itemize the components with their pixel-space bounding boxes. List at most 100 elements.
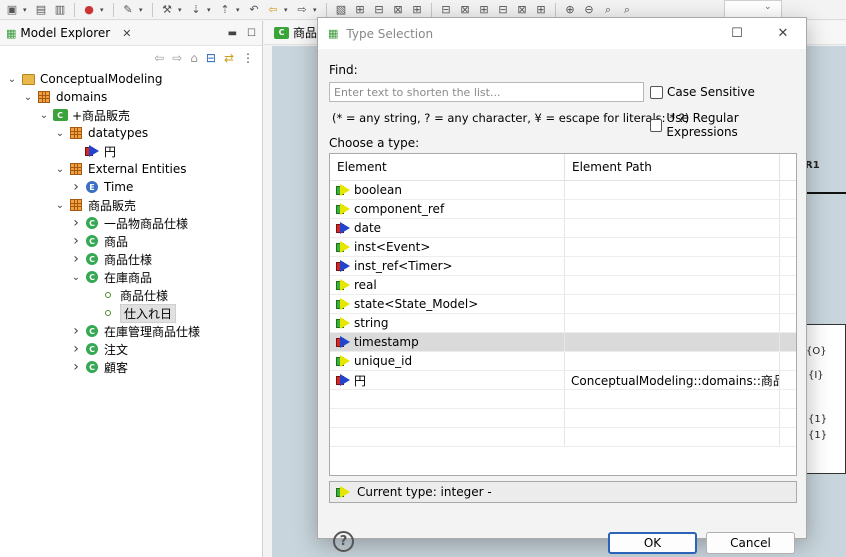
find-input[interactable] — [329, 82, 644, 102]
chevron-right-icon[interactable]: › — [68, 179, 84, 195]
tree-item[interactable]: 仕入れ日 — [0, 303, 262, 323]
prev-annotation-icon[interactable]: ⇡ — [217, 2, 233, 17]
help-icon[interactable]: ? — [333, 531, 354, 552]
new-dropdown-icon[interactable]: ▾ — [23, 6, 30, 14]
minimize-icon[interactable]: ▬ — [228, 28, 237, 39]
tree-item[interactable]: ⌄ ConceptualModeling — [0, 70, 262, 88]
tree-item[interactable]: ⌄ C 在庫商品 — [0, 268, 262, 286]
align-center-icon[interactable]: ⊟ — [371, 2, 387, 17]
toolbar-combo[interactable] — [724, 0, 782, 18]
last-edit-icon[interactable]: ↶ — [246, 2, 262, 17]
prev-annotation-dropdown-icon[interactable]: ▾ — [236, 6, 243, 14]
chevron-down-icon[interactable]: ⌄ — [4, 74, 20, 85]
forward-icon[interactable]: ⇨ — [294, 2, 310, 17]
tab-model-explorer[interactable]: ▦ Model Explorer ✕ — [6, 26, 131, 40]
chevron-right-icon[interactable]: › — [68, 251, 84, 267]
forward-dropdown-icon[interactable]: ▾ — [313, 6, 320, 14]
next-annotation-icon[interactable]: ⇣ — [188, 2, 204, 17]
maximize-icon[interactable]: ☐ — [247, 28, 256, 39]
editor-tab-label[interactable]: 商品 — [293, 24, 317, 41]
new-icon[interactable]: ▣ — [4, 2, 20, 17]
match-height-icon[interactable]: ⊟ — [495, 2, 511, 17]
close-icon[interactable]: ✕ — [122, 27, 131, 40]
zoom-out-icon[interactable]: ⊖ — [581, 2, 597, 17]
chevron-down-icon[interactable]: ⌄ — [764, 2, 772, 12]
tree-item[interactable]: ⌄ C +商品販売 — [0, 106, 262, 124]
tree-item[interactable]: › C 在庫管理商品仕様 — [0, 322, 262, 340]
tree-item[interactable]: 商品仕様 — [0, 286, 262, 304]
table-row[interactable]: inst<Event> — [330, 238, 796, 257]
ok-button[interactable]: OK — [608, 532, 697, 554]
align-right-icon[interactable]: ⊠ — [390, 2, 406, 17]
tree-item[interactable]: ⌄ 商品販売 — [0, 196, 262, 214]
align-bottom-icon[interactable]: ⊠ — [457, 2, 473, 17]
zoom-selection-icon[interactable]: ⌕ — [619, 2, 635, 17]
maximize-icon[interactable]: ☐ — [714, 18, 760, 49]
back-arrow-icon[interactable]: ⇦ — [154, 51, 164, 65]
table-row[interactable]: unique_id — [330, 352, 796, 371]
zoom-page-icon[interactable]: ⌕ — [600, 2, 616, 17]
chevron-down-icon[interactable]: ⌄ — [20, 92, 36, 103]
chevron-right-icon[interactable]: › — [68, 359, 84, 375]
collapse-all-icon[interactable]: ⊟ — [206, 51, 216, 65]
chevron-down-icon[interactable]: ⌄ — [68, 272, 84, 283]
tree-item[interactable]: › E Time — [0, 178, 262, 196]
debug-icon[interactable]: ● — [81, 2, 97, 17]
close-icon[interactable]: ✕ — [760, 18, 806, 49]
table-row[interactable]: component_ref — [330, 200, 796, 219]
back-dropdown-icon[interactable]: ▾ — [284, 6, 291, 14]
tree-item[interactable]: › C 一品物商品仕様 — [0, 214, 262, 232]
wand-icon[interactable]: ✎ — [120, 2, 136, 17]
back-icon[interactable]: ⇦ — [265, 2, 281, 17]
tree-item[interactable]: › C 注文 — [0, 340, 262, 358]
table-row[interactable]: inst_ref<Timer> — [330, 257, 796, 276]
column-header-element-path[interactable]: Element Path — [565, 154, 780, 180]
save-icon[interactable]: ▤ — [33, 2, 49, 17]
chevron-down-icon[interactable]: ⌄ — [52, 164, 68, 175]
home-icon[interactable]: ⌂ — [190, 51, 198, 65]
table-row[interactable]: timestamp — [330, 333, 796, 352]
align-left-icon[interactable]: ⊞ — [352, 2, 368, 17]
next-annotation-dropdown-icon[interactable]: ▾ — [207, 6, 214, 14]
chevron-right-icon[interactable]: › — [68, 323, 84, 339]
tree-item[interactable]: 円 — [0, 142, 262, 160]
build-icon[interactable]: ⚒ — [159, 2, 175, 17]
align-middle-icon[interactable]: ⊟ — [438, 2, 454, 17]
checkbox-box[interactable] — [650, 118, 663, 132]
tree-item[interactable]: ⌄ datatypes — [0, 124, 262, 142]
tree-item[interactable]: › C 顧客 — [0, 358, 262, 376]
table-row[interactable]: real — [330, 276, 796, 295]
table-row[interactable]: string — [330, 314, 796, 333]
tree-item[interactable]: ⌄ domains — [0, 88, 262, 106]
column-header-element[interactable]: Element — [330, 154, 565, 180]
cancel-button[interactable]: Cancel — [706, 532, 795, 554]
table-row[interactable]: boolean — [330, 181, 796, 200]
table-row[interactable]: state<State_Model> — [330, 295, 796, 314]
note-icon[interactable]: ▧ — [333, 2, 349, 17]
build-dropdown-icon[interactable]: ▾ — [178, 6, 185, 14]
case-sensitive-checkbox[interactable]: Case Sensitive — [650, 85, 755, 99]
chevron-down-icon[interactable]: ⌄ — [52, 128, 68, 139]
tree-item[interactable]: › C 商品仕様 — [0, 250, 262, 268]
link-editor-icon[interactable]: ⇄ — [224, 51, 234, 65]
zoom-in-icon[interactable]: ⊕ — [562, 2, 578, 17]
chevron-right-icon[interactable]: › — [68, 215, 84, 231]
wand-dropdown-icon[interactable]: ▾ — [139, 6, 146, 14]
view-menu-icon[interactable]: ⋮ — [242, 51, 254, 65]
table-row[interactable]: 円 ConceptualModeling::domains::商品... — [330, 371, 796, 390]
distribute-icon[interactable]: ⊠ — [514, 2, 530, 17]
chevron-down-icon[interactable]: ⌄ — [52, 200, 68, 211]
chevron-right-icon[interactable]: › — [68, 233, 84, 249]
forward-arrow-icon[interactable]: ⇨ — [172, 51, 182, 65]
align-top-icon[interactable]: ⊞ — [409, 2, 425, 17]
regex-checkbox[interactable]: Use Regular Expressions — [650, 111, 806, 139]
tree-item[interactable]: › C 商品 — [0, 232, 262, 250]
checkbox-box[interactable] — [650, 85, 663, 99]
save-all-icon[interactable]: ▥ — [52, 2, 68, 17]
tree-item[interactable]: ⌄ External Entities — [0, 160, 262, 178]
chevron-down-icon[interactable]: ⌄ — [36, 110, 52, 121]
match-width-icon[interactable]: ⊞ — [476, 2, 492, 17]
table-row[interactable]: date — [330, 219, 796, 238]
grid-icon[interactable]: ⊞ — [533, 2, 549, 17]
chevron-right-icon[interactable]: › — [68, 341, 84, 357]
